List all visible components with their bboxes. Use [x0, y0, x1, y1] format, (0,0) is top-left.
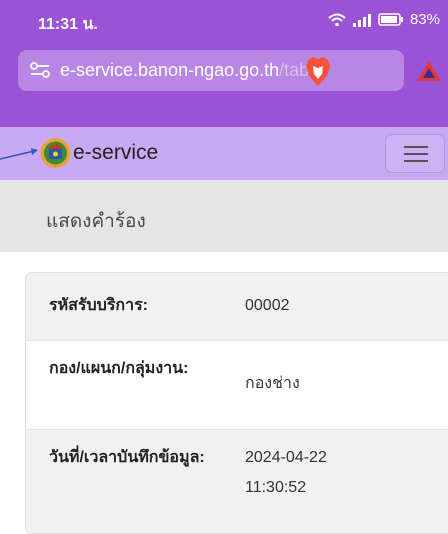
hamburger-line — [404, 153, 428, 155]
url-host: e-service.banon-ngao.go.th — [60, 60, 280, 80]
detail-value: 00002 — [245, 297, 290, 314]
hamburger-line — [404, 160, 428, 162]
detail-value: 2024-04-22 11:30:52 — [245, 449, 327, 496]
request-details-card: รหัสรับบริการ: 00002 กอง/แผนก/กลุ่มงาน: … — [25, 272, 448, 534]
signal-icon — [352, 13, 371, 27]
brave-shield-icon[interactable] — [305, 57, 331, 87]
brand-name[interactable]: e-service — [73, 141, 158, 165]
status-bar: 11:31 น. 83% — [0, 0, 448, 47]
detail-row-service-code: รหัสรับบริการ: 00002 — [26, 273, 448, 341]
battery-icon — [378, 13, 403, 26]
url-bar[interactable]: e-service.banon-ngao.go.th/tab — [18, 50, 404, 91]
battery-percent: 83% — [409, 11, 440, 28]
url-text: e-service.banon-ngao.go.th/tab — [60, 60, 309, 81]
site-settings-icon[interactable] — [30, 62, 50, 78]
browser-toolbar: e-service.banon-ngao.go.th/tab — [0, 47, 448, 127]
status-indicators: 83% — [328, 11, 440, 28]
page-heading-bar: แสดงคำร้อง — [0, 180, 448, 252]
detail-label: กอง/แผนก/กลุ่มงาน: — [49, 360, 189, 377]
hamburger-menu-button[interactable] — [385, 134, 445, 173]
detail-row-department: กอง/แผนก/กลุ่มงาน: กองช่าง — [26, 341, 448, 430]
detail-label: รหัสรับบริการ: — [49, 297, 148, 314]
page-title: แสดงคำร้อง — [46, 211, 146, 232]
detail-label: วันที่/เวลาบันทึกข้อมูล: — [49, 449, 205, 466]
site-logo[interactable] — [40, 137, 71, 169]
detail-value: กองช่าง — [245, 375, 300, 392]
wifi-icon — [328, 13, 346, 26]
arrow-annotation-icon — [0, 148, 38, 160]
status-time: 11:31 น. — [38, 16, 98, 33]
brave-rewards-icon[interactable] — [416, 60, 442, 82]
detail-row-recorded-at: วันที่/เวลาบันทึกข้อมูล: 2024-04-22 11:3… — [26, 430, 448, 533]
hamburger-line — [404, 146, 428, 148]
site-navbar: e-service — [0, 127, 448, 180]
